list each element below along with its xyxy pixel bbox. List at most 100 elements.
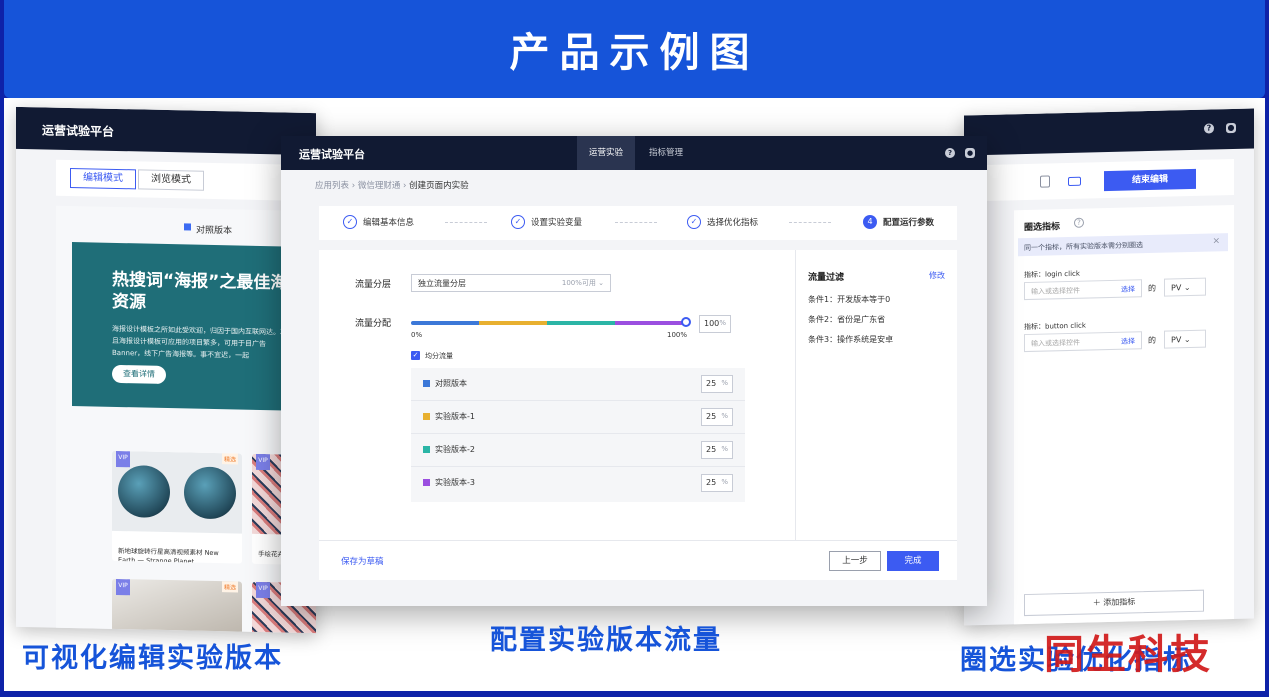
- form-footer: 保存为草稿 上一步 完成: [319, 540, 957, 580]
- browse-mode-button[interactable]: 浏览模式: [138, 169, 204, 191]
- asset-card[interactable]: VIP 精选 新地球旋转行星高清视频素材 New Earth — Strange…: [112, 450, 242, 564]
- tick-max: 100%: [667, 331, 688, 339]
- mode-bar: 编辑模式 浏览模式: [56, 159, 316, 202]
- version-name: 实验版本-3: [435, 478, 475, 487]
- percent-unit: %: [721, 445, 728, 453]
- page-canvas: 对照版本 热搜词“海报”之最佳海资源 海报设计模板之所如此受欢迎，归因于国内互联…: [56, 205, 316, 634]
- version-color-dot: [423, 413, 430, 420]
- filter-condition: 条件1：开发版本等于0: [808, 295, 891, 304]
- right-topbar: ? ●: [964, 108, 1254, 156]
- version-percent-value: 25: [706, 379, 717, 388]
- percent-unit: %: [721, 412, 728, 420]
- close-icon[interactable]: ×: [1212, 236, 1220, 246]
- visual-editor-panel: 运营试验平台 编辑模式 浏览模式 对照版本 热搜词“海报”之最佳海资源 海报设计…: [16, 106, 316, 634]
- metric-input-placeholder: 输入或选择控件: [1031, 338, 1080, 348]
- planet-image: [184, 466, 236, 520]
- version-percent-input[interactable]: 25 %: [701, 375, 733, 393]
- asset-card[interactable]: VIP 精选: [112, 578, 242, 634]
- even-split-checkbox[interactable]: ✓: [411, 351, 420, 360]
- card-tag: 精选: [221, 581, 238, 593]
- traffic-layer-select[interactable]: 独立流量分层 100%可用 ⌄: [411, 274, 611, 292]
- version-percent-value: 25: [706, 445, 717, 454]
- vip-badge: VIP: [256, 453, 270, 471]
- view-details-button[interactable]: 查看详情: [112, 364, 166, 384]
- tab-experiments[interactable]: 运营实验: [577, 136, 636, 170]
- banner-title: 产品示例图: [509, 30, 760, 76]
- metric-of-label: 的: [1148, 283, 1156, 294]
- breadcrumb-app-list[interactable]: 应用列表: [315, 181, 349, 191]
- tab-metrics[interactable]: 指标管理: [637, 136, 695, 170]
- add-metric-button[interactable]: ＋ 添加指标: [1024, 589, 1204, 617]
- alloc-segment-v1: [479, 321, 547, 325]
- version-name: 对照版本: [435, 379, 467, 388]
- select-control-link[interactable]: 选择: [1121, 284, 1135, 294]
- version-row: 实验版本-2 25 %: [411, 434, 745, 467]
- step-metrics[interactable]: 选择优化指标: [707, 216, 758, 228]
- end-edit-button[interactable]: 结束编辑: [1104, 168, 1196, 192]
- alloc-segment-control: [411, 321, 479, 325]
- user-icon[interactable]: ●: [965, 148, 975, 158]
- metric-picker-panel: ? ● 结束编辑 圈选指标 ? 同一个指标，所有实验版本需分别圈选 × 指标：l…: [964, 108, 1254, 626]
- metric-type-select[interactable]: PV ⌄: [1164, 277, 1206, 297]
- total-traffic-input[interactable]: 100 %: [699, 315, 731, 333]
- version-row: 实验版本-1 25 %: [411, 401, 745, 434]
- traffic-filter: 流量过滤 修改 条件1：开发版本等于0 条件2：省份是广东省 条件3：操作系统是…: [795, 250, 957, 540]
- version-row: 实验版本-3 25 %: [411, 467, 745, 500]
- metric-label: 指标：login click: [1024, 269, 1080, 280]
- percent-unit: %: [719, 319, 726, 327]
- select-control-link[interactable]: 选择: [1121, 336, 1135, 346]
- save-draft-link[interactable]: 保存为草稿: [341, 555, 384, 567]
- app-brand: 运营试验平台: [299, 148, 365, 161]
- tick-min: 0%: [411, 331, 423, 339]
- caption-visual-editing: 可视化编辑实验版本: [22, 643, 283, 674]
- finish-button[interactable]: 完成: [887, 551, 939, 571]
- user-icon[interactable]: ●: [1226, 122, 1236, 134]
- version-color-dot: [423, 479, 430, 486]
- help-icon[interactable]: ?: [1074, 217, 1084, 228]
- version-percent-input[interactable]: 25 %: [701, 474, 733, 492]
- version-name: 实验版本-1: [435, 412, 475, 421]
- step-connector: [789, 222, 831, 223]
- step-number-badge: 4: [863, 215, 877, 229]
- step-run-params[interactable]: 配置运行参数: [883, 216, 934, 228]
- help-icon[interactable]: ?: [945, 148, 955, 158]
- breadcrumb-app[interactable]: 微信理财通: [358, 181, 401, 191]
- edit-mode-button[interactable]: 编辑模式: [70, 167, 136, 190]
- help-icon[interactable]: ?: [1204, 123, 1214, 134]
- even-split-label: 均分流量: [425, 352, 453, 360]
- notice-bar: 同一个指标，所有实验版本需分别圈选 ×: [1018, 233, 1228, 257]
- vip-badge: VIP: [116, 450, 130, 468]
- traffic-layer-label: 流量分层: [355, 280, 392, 290]
- control-version-label[interactable]: 对照版本: [196, 223, 232, 237]
- version-percent-value: 25: [706, 412, 717, 421]
- metric-picker: 圈选指标 ? 同一个指标，所有实验版本需分别圈选 × 指标：login clic…: [1014, 204, 1234, 626]
- mobile-icon[interactable]: [1040, 175, 1050, 188]
- version-percent-input[interactable]: 25 %: [701, 441, 733, 459]
- config-form: 流量分层 独立流量分层 100%可用 ⌄ 流量分配 0% 100% 100 % …: [319, 250, 957, 580]
- step-basic-info[interactable]: 编辑基本信息: [363, 216, 414, 228]
- metric-type-select[interactable]: PV ⌄: [1164, 329, 1206, 349]
- card-title: 新地球旋转行星高清视频素材 New Earth — Strange Planet: [118, 546, 219, 564]
- top-nav: 运营试验平台 运营实验 指标管理 ? ●: [281, 136, 987, 170]
- filter-condition: 条件3：操作系统是安卓: [808, 335, 894, 344]
- previous-step-button[interactable]: 上一步: [829, 551, 881, 571]
- caption-traffic-config: 配置实验版本流量: [490, 625, 722, 656]
- metric-picker-title: 圈选指标: [1024, 222, 1061, 234]
- vip-badge: VIP: [256, 581, 270, 599]
- edit-filter-link[interactable]: 修改: [929, 270, 945, 281]
- version-name: 实验版本-2: [435, 445, 475, 454]
- metric-input-placeholder: 输入或选择控件: [1031, 286, 1080, 296]
- desktop-icon[interactable]: [1068, 176, 1081, 187]
- planet-image: [118, 464, 170, 519]
- allocation-bar: [411, 321, 683, 325]
- metric-control-input[interactable]: 输入或选择控件 选择: [1024, 331, 1142, 353]
- hero-banner[interactable]: 热搜词“海报”之最佳海资源 海报设计模板之所如此受欢迎，归因于国内互联网达。况且…: [72, 242, 316, 412]
- traffic-config-panel: 运营试验平台 运营实验 指标管理 ? ● 应用列表 › 微信理财通 › 创建页面…: [281, 136, 987, 606]
- card-tag: 精选: [221, 453, 238, 465]
- version-percent-input[interactable]: 25 %: [701, 408, 733, 426]
- metric-control-input[interactable]: 输入或选择控件 选择: [1024, 279, 1142, 301]
- frame: 产品示例图 运营试验平台 编辑模式 浏览模式 对照版本 热搜词“海报”之最佳海资…: [0, 0, 1269, 697]
- check-icon: ✓: [687, 215, 701, 229]
- allocation-slider-handle[interactable]: [681, 317, 691, 327]
- step-variables[interactable]: 设置实验变量: [531, 216, 582, 228]
